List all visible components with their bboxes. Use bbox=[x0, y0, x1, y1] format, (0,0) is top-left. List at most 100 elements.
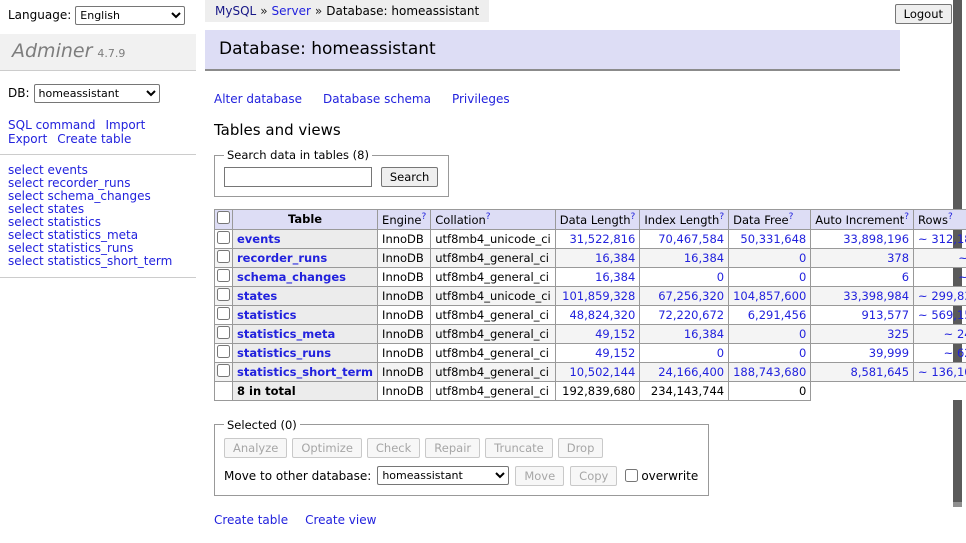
cell-auto-increment: 325 bbox=[811, 324, 914, 343]
link-privileges[interactable]: Privileges bbox=[452, 92, 510, 106]
cell-data-free-link[interactable]: 6,291,456 bbox=[748, 308, 807, 322]
cell-auto-increment-link[interactable]: 6 bbox=[902, 270, 909, 284]
language-select[interactable]: English bbox=[75, 6, 185, 25]
row-checkbox[interactable] bbox=[217, 288, 230, 301]
cell-rows-link[interactable]: ~ 5 bbox=[958, 251, 966, 265]
row-checkbox[interactable] bbox=[217, 307, 230, 320]
cell-index-length-link[interactable]: 0 bbox=[717, 346, 724, 360]
cell-collation: utf8mb4_general_ci bbox=[431, 343, 556, 362]
cell-rows-link[interactable]: ~ 299,833 bbox=[918, 289, 966, 303]
sidebar-action-export[interactable]: Export bbox=[8, 132, 47, 146]
table-link-schema-changes[interactable]: schema_changes bbox=[237, 270, 346, 284]
cell-auto-increment-link[interactable]: 378 bbox=[887, 251, 909, 265]
cell-index-length-link[interactable]: 72,220,672 bbox=[658, 308, 724, 322]
row-checkbox[interactable] bbox=[217, 269, 230, 282]
row-checkbox[interactable] bbox=[217, 250, 230, 263]
analyze-button[interactable]: Analyze bbox=[224, 438, 287, 458]
help-link[interactable]: ? bbox=[719, 212, 724, 222]
search-input[interactable] bbox=[224, 167, 372, 187]
cell-index-length-link[interactable]: 16,384 bbox=[684, 251, 724, 265]
move-button[interactable]: Move bbox=[515, 466, 564, 486]
truncate-button[interactable]: Truncate bbox=[485, 438, 553, 458]
row-checkbox[interactable] bbox=[217, 364, 230, 377]
cell-auto-increment-link[interactable]: 913,577 bbox=[861, 308, 909, 322]
cell-rows-link[interactable]: ~ 136,108 bbox=[918, 365, 966, 379]
cell-data-free-link[interactable]: 188,743,680 bbox=[733, 365, 806, 379]
db-select[interactable]: homeassistant bbox=[34, 84, 160, 103]
cell-data-length-link[interactable]: 16,384 bbox=[595, 251, 635, 265]
cell-rows-link[interactable]: ~ 628 bbox=[944, 346, 966, 360]
table-link-recorder-runs[interactable]: recorder_runs bbox=[237, 251, 327, 265]
overwrite-checkbox[interactable] bbox=[625, 469, 638, 482]
link-alter-database[interactable]: Alter database bbox=[214, 92, 302, 106]
cell-rows-link[interactable]: ~ 569,159 bbox=[918, 308, 966, 322]
cell-auto-increment-link[interactable]: 325 bbox=[887, 327, 909, 341]
row-checkbox[interactable] bbox=[217, 345, 230, 358]
cell-data-length-link[interactable]: 101,859,328 bbox=[562, 289, 635, 303]
column-header-rows: Rows? bbox=[914, 210, 966, 230]
table-link-statistics-short-term[interactable]: statistics_short_term bbox=[237, 365, 373, 379]
cell-index-length-link[interactable]: 70,467,584 bbox=[658, 232, 724, 246]
search-button[interactable]: Search bbox=[381, 167, 439, 187]
breadcrumb-link-server[interactable]: Server bbox=[272, 4, 311, 18]
cell-data-free-link[interactable]: 0 bbox=[799, 251, 806, 265]
sidebar-action-create-table[interactable]: Create table bbox=[57, 132, 131, 146]
column-header-label: Data Length bbox=[560, 213, 631, 227]
tables-overview-table: TableEngine?Collation?Data Length?Index … bbox=[214, 209, 966, 401]
cell-data-free-link[interactable]: 104,857,600 bbox=[733, 289, 806, 303]
table-link-statistics[interactable]: statistics bbox=[237, 308, 297, 322]
link-database-schema[interactable]: Database schema bbox=[323, 92, 431, 106]
cell-data-length-link[interactable]: 16,384 bbox=[595, 270, 635, 284]
sidebar-table-link-statistics-short-term[interactable]: select statistics_short_term bbox=[8, 255, 196, 268]
cell-auto-increment-link[interactable]: 33,398,984 bbox=[843, 289, 909, 303]
cell-index-length-link[interactable]: 67,256,320 bbox=[658, 289, 724, 303]
cell-data-length-link[interactable]: 49,152 bbox=[595, 346, 635, 360]
optimize-button[interactable]: Optimize bbox=[292, 438, 362, 458]
cell-auto-increment-link[interactable]: 33,898,196 bbox=[843, 232, 909, 246]
cell-data-length-link[interactable]: 49,152 bbox=[595, 327, 635, 341]
repair-button[interactable]: Repair bbox=[425, 438, 480, 458]
table-link-statistics-runs[interactable]: statistics_runs bbox=[237, 346, 331, 360]
total-data-free-cell: 0 bbox=[729, 381, 811, 400]
select-all-checkbox[interactable] bbox=[217, 211, 230, 224]
cell-index-length-link[interactable]: 0 bbox=[717, 270, 724, 284]
row-checkbox[interactable] bbox=[217, 326, 230, 339]
sidebar-action-import[interactable]: Import bbox=[105, 118, 145, 132]
cell-data-free-link[interactable]: 50,331,648 bbox=[740, 232, 806, 246]
cell-data-free-link[interactable]: 0 bbox=[799, 327, 806, 341]
cell-data-length-link[interactable]: 31,522,816 bbox=[569, 232, 635, 246]
cell-rows-link[interactable]: ~ 312,180 bbox=[918, 232, 966, 246]
cell-rows-link[interactable]: ~ 3 bbox=[958, 270, 966, 284]
breadcrumb-link-mysql[interactable]: MySQL bbox=[215, 4, 256, 18]
cell-index-length-link[interactable]: 24,166,400 bbox=[658, 365, 724, 379]
cell-data-length: 16,384 bbox=[555, 248, 640, 267]
cell-data-free-link[interactable]: 0 bbox=[799, 346, 806, 360]
drop-button[interactable]: Drop bbox=[558, 438, 604, 458]
table-link-events[interactable]: events bbox=[237, 232, 281, 246]
help-link[interactable]: ? bbox=[948, 212, 953, 222]
cell-index-length-link[interactable]: 16,384 bbox=[684, 327, 724, 341]
cell-auto-increment-link[interactable]: 39,999 bbox=[869, 346, 909, 360]
check-button[interactable]: Check bbox=[367, 438, 420, 458]
tables-and-views-heading: Tables and views bbox=[214, 121, 905, 139]
link-create-table[interactable]: Create table bbox=[214, 513, 288, 527]
cell-rows-link[interactable]: ~ 244 bbox=[944, 327, 966, 341]
row-checkbox[interactable] bbox=[217, 231, 230, 244]
help-link[interactable]: ? bbox=[904, 212, 909, 222]
copy-button[interactable]: Copy bbox=[570, 466, 617, 486]
help-link[interactable]: ? bbox=[789, 212, 794, 222]
table-link-states[interactable]: states bbox=[237, 289, 277, 303]
move-database-select[interactable]: homeassistant bbox=[377, 466, 509, 485]
cell-data-free-link[interactable]: 0 bbox=[799, 270, 806, 284]
table-link-statistics-meta[interactable]: statistics_meta bbox=[237, 327, 335, 341]
help-link[interactable]: ? bbox=[631, 212, 636, 222]
sidebar-action-sql-command[interactable]: SQL command bbox=[8, 118, 95, 132]
cell-auto-increment-link[interactable]: 8,581,645 bbox=[851, 365, 910, 379]
cell-data-free: 104,857,600 bbox=[729, 286, 811, 305]
cell-data-length-link[interactable]: 10,502,144 bbox=[569, 365, 635, 379]
help-link[interactable]: ? bbox=[486, 212, 491, 222]
cell-data-length-link[interactable]: 48,824,320 bbox=[569, 308, 635, 322]
help-superscript: ? bbox=[948, 212, 953, 222]
link-create-view[interactable]: Create view bbox=[305, 513, 376, 527]
help-link[interactable]: ? bbox=[421, 212, 426, 222]
